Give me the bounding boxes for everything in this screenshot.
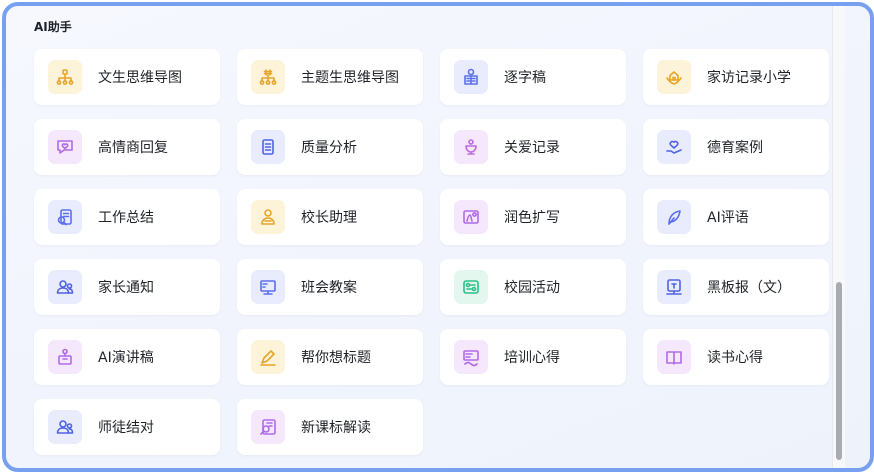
assistant-item-class-plan[interactable]: 班会教案 (237, 259, 423, 315)
assistant-item-care[interactable]: 关爱记录 (440, 119, 626, 175)
assistant-item-topic-mindmap[interactable]: 主题生思维导图 (237, 49, 423, 105)
assistant-item-label: 读书心得 (707, 350, 763, 366)
assistant-item-label: 质量分析 (301, 140, 357, 156)
book-icon (657, 340, 691, 374)
assistant-item-label: AI评语 (707, 210, 749, 226)
assistant-item-label: 校园活动 (504, 280, 560, 296)
assistant-item-summary[interactable]: 工作总结 (34, 189, 220, 245)
assistant-item-label: 新课标解读 (301, 420, 371, 436)
summary-icon (48, 200, 82, 234)
assistant-item-report[interactable]: 质量分析 (237, 119, 423, 175)
parents-icon (48, 270, 82, 304)
assistant-item-label: 家访记录小学 (707, 70, 791, 86)
polish-icon (454, 200, 488, 234)
assistant-item-parents[interactable]: 家长通知 (34, 259, 220, 315)
transcript-icon (454, 60, 488, 94)
assistant-item-blackboard[interactable]: 黑板报（文） (643, 259, 829, 315)
assistant-item-polish[interactable]: 润色扩写 (440, 189, 626, 245)
report-icon (251, 130, 285, 164)
assistant-item-label: 主题生思维导图 (301, 70, 399, 86)
chat-heart-icon (48, 130, 82, 164)
curriculum-icon (251, 410, 285, 444)
heart-hand-icon (657, 130, 691, 164)
assistant-item-label: 润色扩写 (504, 210, 560, 226)
assistant-item-label: 师徒结对 (98, 420, 154, 436)
assistant-item-label: 逐字稿 (504, 70, 546, 86)
assistant-item-training[interactable]: 培训心得 (440, 329, 626, 385)
speech-icon (48, 340, 82, 374)
topic-mindmap-icon (251, 60, 285, 94)
scrollbar[interactable] (832, 6, 845, 468)
assistant-item-mentor[interactable]: 师徒结对 (34, 399, 220, 455)
assistant-item-label: 关爱记录 (504, 140, 560, 156)
assistant-item-label: 帮你想标题 (301, 350, 371, 366)
assistant-item-book[interactable]: 读书心得 (643, 329, 829, 385)
assistant-item-home-visit[interactable]: 家访记录小学 (643, 49, 829, 105)
activity-icon (454, 270, 488, 304)
mentor-icon (48, 410, 82, 444)
assistant-item-activity[interactable]: 校园活动 (440, 259, 626, 315)
assistant-item-label: 工作总结 (98, 210, 154, 226)
ai-assistant-panel: AI助手 文生思维导图 主题生思维导图 逐字稿 家访记录小学高情商回复 质量分析 关爱记录… (2, 2, 874, 472)
assistant-item-label: AI演讲稿 (98, 350, 154, 366)
training-icon (454, 340, 488, 374)
assistant-item-label: 家长通知 (98, 280, 154, 296)
assistant-item-label: 班会教案 (301, 280, 357, 296)
assistant-item-label: 德育案例 (707, 140, 763, 156)
assistant-item-quill[interactable]: AI评语 (643, 189, 829, 245)
blackboard-icon (657, 270, 691, 304)
quill-icon (657, 200, 691, 234)
assistant-item-label: 文生思维导图 (98, 70, 182, 86)
assistant-item-transcript[interactable]: 逐字稿 (440, 49, 626, 105)
care-icon (454, 130, 488, 164)
assistant-item-label: 培训心得 (504, 350, 560, 366)
assistant-item-label: 高情商回复 (98, 140, 168, 156)
assistant-item-principal[interactable]: 校长助理 (237, 189, 423, 245)
assistant-item-chat-heart[interactable]: 高情商回复 (34, 119, 220, 175)
assistant-grid: 文生思维导图 主题生思维导图 逐字稿 家访记录小学高情商回复 质量分析 关爱记录 德育案例工… (34, 49, 829, 455)
assistant-item-mindmap[interactable]: 文生思维导图 (34, 49, 220, 105)
assistant-item-pen-write[interactable]: 帮你想标题 (237, 329, 423, 385)
assistant-item-label: 黑板报（文） (707, 280, 791, 296)
assistant-item-speech[interactable]: AI演讲稿 (34, 329, 220, 385)
assistant-item-curriculum[interactable]: 新课标解读 (237, 399, 423, 455)
scrollbar-thumb[interactable] (836, 282, 842, 460)
section-title: AI助手 (34, 20, 72, 34)
assistant-item-label: 校长助理 (301, 210, 357, 226)
home-visit-icon (657, 60, 691, 94)
principal-icon (251, 200, 285, 234)
assistant-item-heart-hand[interactable]: 德育案例 (643, 119, 829, 175)
class-plan-icon (251, 270, 285, 304)
pen-write-icon (251, 340, 285, 374)
mindmap-icon (48, 60, 82, 94)
